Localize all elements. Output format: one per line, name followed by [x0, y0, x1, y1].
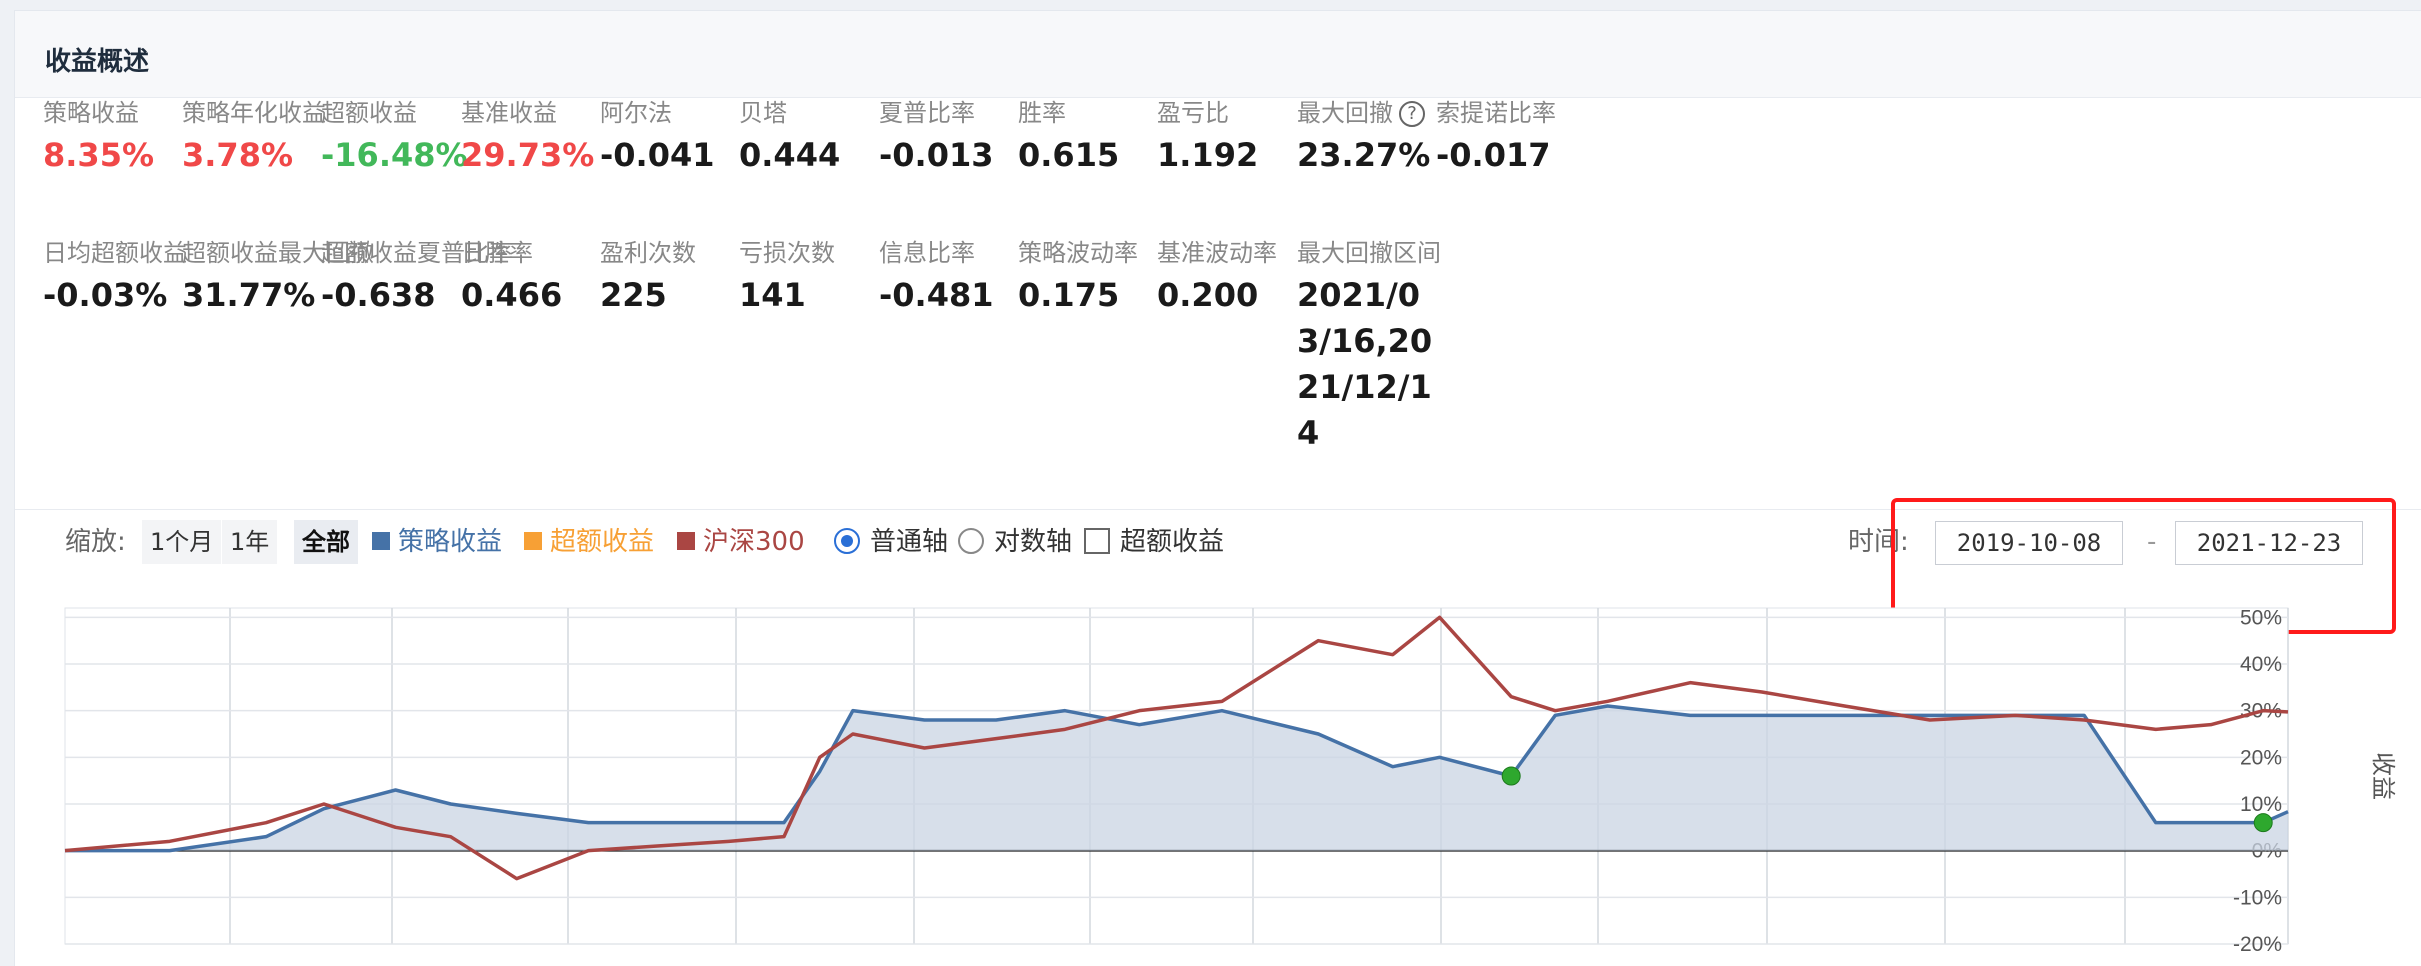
returns-overview-card: 收益概述 策略收益 8.35% 策略年化收益 3.78% 超额收益 -16.48…	[14, 10, 2421, 966]
help-icon[interactable]: ?	[1399, 101, 1425, 127]
legend-label: 沪深300	[703, 527, 805, 557]
annotation-highlight-box	[1891, 498, 2396, 634]
metric-label-text: 最大回撤	[1297, 99, 1393, 127]
radio-checked-icon	[834, 527, 860, 554]
legend-item-excess[interactable]: 超额收益	[524, 520, 654, 564]
excess-return-checkbox[interactable]: 超额收益	[1084, 520, 1224, 564]
legend-swatch	[524, 531, 542, 550]
zoom-1month-button[interactable]: 1个月	[142, 520, 222, 564]
metric-max-drawdown-period: 最大回撤区间 2021/03/16,2021/12/14	[1297, 238, 1512, 456]
page-title: 收益概述	[45, 47, 150, 77]
radio-label: 普通轴	[870, 527, 949, 557]
zoom-all-button[interactable]: 全部	[294, 520, 358, 564]
metric-label: 索提诺比率	[1436, 99, 1556, 127]
metric-sortino: 索提诺比率 -0.017	[1436, 98, 1651, 178]
axis-normal-radio[interactable]: 普通轴	[834, 520, 948, 564]
metrics-panel: 策略收益 8.35% 策略年化收益 3.78% 超额收益 -16.48% 基准收…	[15, 98, 2421, 510]
zoom-label: 缩放:	[65, 527, 126, 557]
metric-value: -0.017	[1436, 136, 1551, 174]
radio-unchecked-icon	[958, 527, 984, 554]
card-header: 收益概述	[15, 11, 2421, 98]
radio-label: 对数轴	[994, 527, 1073, 557]
metric-label: 最大回撤区间	[1297, 239, 1441, 267]
checkbox-label: 超额收益	[1120, 527, 1225, 557]
legend-label: 策略收益	[398, 527, 503, 557]
legend-label: 超额收益	[550, 527, 655, 557]
legend-swatch	[677, 531, 695, 550]
zoom-1year-button[interactable]: 1年	[222, 520, 278, 564]
metric-value: 2021/03/16,2021/12/14	[1297, 276, 1433, 452]
checkbox-icon	[1084, 527, 1110, 554]
axis-log-radio[interactable]: 对数轴	[958, 520, 1072, 564]
legend-item-strategy[interactable]: 策略收益	[372, 520, 502, 564]
legend-item-hs300[interactable]: 沪深300	[677, 520, 805, 564]
legend-swatch	[372, 531, 390, 550]
